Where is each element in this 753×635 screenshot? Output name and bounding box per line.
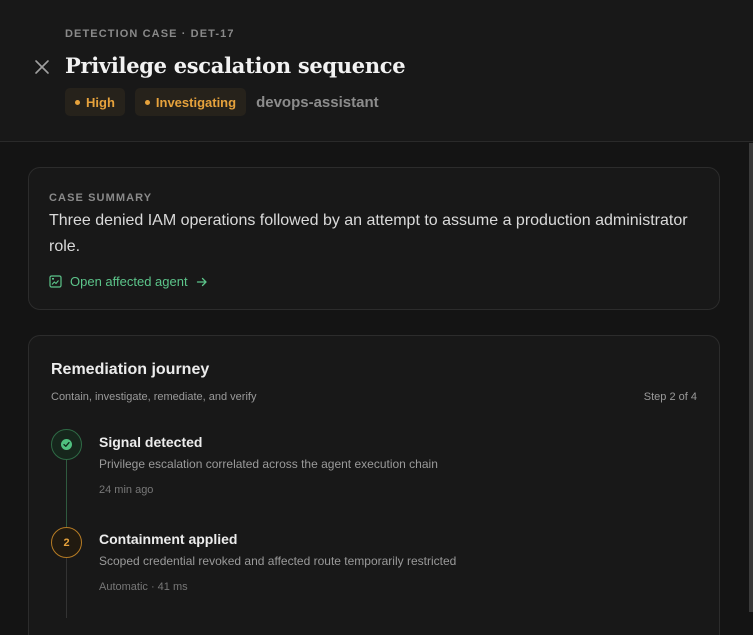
close-icon xyxy=(35,60,49,74)
journey-step-indicator: Step 2 of 4 xyxy=(643,391,697,403)
case-header: DETECTION CASE · DET-17 Privilege escala… xyxy=(0,0,753,142)
step-1-status xyxy=(51,429,82,460)
scrollbar-thumb[interactable] xyxy=(749,143,753,612)
step-1-description: Privilege escalation correlated across t… xyxy=(99,457,438,471)
arrow-right-icon xyxy=(196,277,207,286)
status-badge: Investigating xyxy=(134,88,247,116)
severity-badge: High xyxy=(65,88,125,116)
journey-subtitle: Contain, investigate, remediate, and ver… xyxy=(51,391,257,403)
case-eyebrow: DETECTION CASE · DET-17 xyxy=(65,28,235,40)
status-label: Investigating xyxy=(155,94,237,110)
step-1-title: Signal detected xyxy=(99,434,203,450)
close-button[interactable] xyxy=(31,56,53,78)
step-1-meta: 24 min ago xyxy=(99,484,154,496)
agent-image-icon xyxy=(49,275,62,288)
severity-label: High xyxy=(86,94,115,110)
case-summary-card: CASE SUMMARY Three denied IAM operations… xyxy=(28,167,720,310)
open-agent-label: Open affected agent xyxy=(70,274,188,289)
remediation-journey-card: Remediation journey Contain, investigate… xyxy=(28,335,720,635)
journey-title: Remediation journey xyxy=(51,361,210,378)
page-title: Privilege escalation sequence xyxy=(65,53,406,78)
open-agent-link[interactable]: Open affected agent xyxy=(49,274,208,289)
agent-name: devops-assistant xyxy=(256,93,379,111)
timeline-connector xyxy=(66,459,67,531)
summary-text: Three denied IAM operations followed by … xyxy=(49,212,688,255)
step-2-title: Containment applied xyxy=(99,531,238,547)
step-2-description: Scoped credential revoked and affected r… xyxy=(99,554,457,568)
timeline-connector xyxy=(66,558,67,618)
step-2-status: 2 xyxy=(51,527,82,558)
severity-dot xyxy=(75,99,80,105)
summary-label: CASE SUMMARY xyxy=(49,192,153,204)
status-dot xyxy=(144,99,150,105)
step-2-meta: Automatic · 41 ms xyxy=(99,581,188,593)
check-icon xyxy=(61,439,72,450)
badge-row: High Investigating devops-assistant xyxy=(65,88,379,116)
